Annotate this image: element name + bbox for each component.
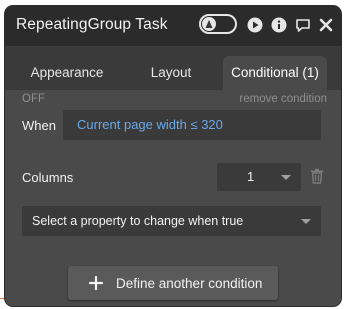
remove-condition-link[interactable]: remove condition	[239, 93, 327, 105]
when-label: When	[22, 118, 56, 133]
tab-conditional[interactable]: Conditional (1)	[223, 56, 327, 90]
comment-icon[interactable]	[295, 17, 311, 33]
chevron-down-icon	[281, 175, 291, 180]
play-icon[interactable]	[247, 17, 263, 33]
panel-title: RepeatingGroup Task	[16, 16, 168, 33]
tab-appearance[interactable]: Appearance	[14, 56, 120, 90]
condition-expression-input[interactable]: Current page width ≤ 320	[63, 110, 321, 140]
tab-bar: Appearance Layout Conditional (1)	[5, 46, 341, 90]
close-icon[interactable]	[318, 17, 334, 33]
columns-label: Columns	[22, 170, 74, 185]
columns-value: 1	[247, 169, 255, 184]
tab-layout[interactable]: Layout	[121, 56, 221, 90]
define-button-label: Define another condition	[116, 276, 263, 291]
property-placeholder: Select a property to change when true	[32, 214, 244, 228]
trash-icon[interactable]	[310, 168, 324, 184]
property-editor-panel: RepeatingGroup Task Appearance Layout Co…	[5, 6, 341, 306]
info-icon[interactable]	[271, 17, 287, 33]
condition-status[interactable]: OFF	[22, 93, 45, 105]
toggle-icon	[202, 17, 216, 31]
plus-icon	[88, 275, 104, 291]
edge-accent	[0, 298, 4, 299]
columns-dropdown[interactable]: 1	[217, 163, 301, 191]
title-bar[interactable]: RepeatingGroup Task	[5, 6, 341, 46]
element-toggle[interactable]	[199, 14, 237, 34]
property-dropdown[interactable]: Select a property to change when true	[22, 206, 321, 236]
chevron-down-icon	[301, 219, 311, 224]
conditional-content: OFF remove condition When Current page w…	[5, 90, 341, 306]
define-another-condition-button[interactable]: Define another condition	[68, 266, 278, 300]
